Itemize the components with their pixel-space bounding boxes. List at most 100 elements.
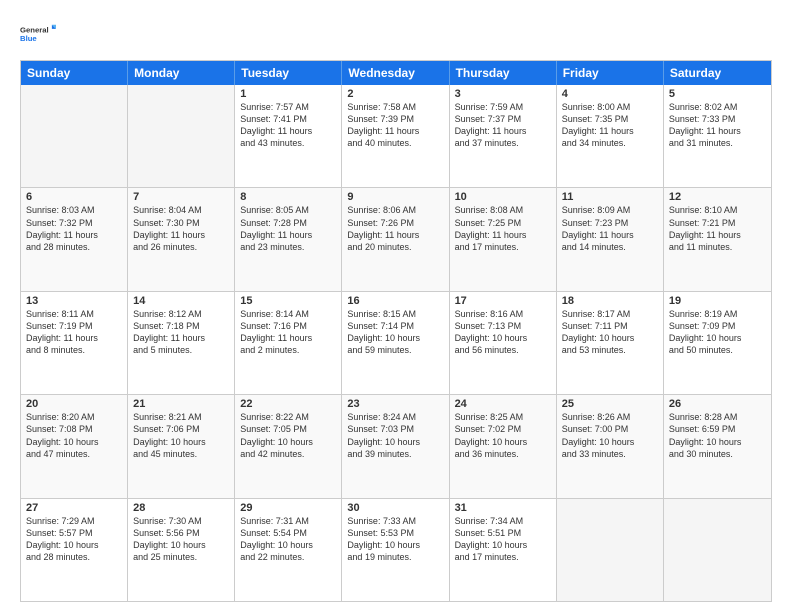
cell-line: and 14 minutes.: [562, 241, 658, 253]
cell-line: Daylight: 11 hours: [26, 332, 122, 344]
day-number: 24: [455, 398, 551, 410]
svg-text:Blue: Blue: [20, 34, 37, 43]
cell-line: Sunset: 7:21 PM: [669, 217, 766, 229]
cell-line: Sunrise: 8:10 AM: [669, 204, 766, 216]
cell-line: Sunrise: 8:08 AM: [455, 204, 551, 216]
day-number: 3: [455, 88, 551, 100]
calendar-row: 13Sunrise: 8:11 AMSunset: 7:19 PMDayligh…: [21, 291, 771, 394]
day-number: 17: [455, 295, 551, 307]
cell-line: and 40 minutes.: [347, 137, 443, 149]
cell-line: and 11 minutes.: [669, 241, 766, 253]
cell-line: Daylight: 10 hours: [133, 539, 229, 551]
day-number: 11: [562, 191, 658, 203]
calendar-row: 20Sunrise: 8:20 AMSunset: 7:08 PMDayligh…: [21, 394, 771, 497]
cell-line: and 17 minutes.: [455, 241, 551, 253]
cell-line: Sunset: 7:00 PM: [562, 423, 658, 435]
calendar-cell: 1Sunrise: 7:57 AMSunset: 7:41 PMDaylight…: [235, 85, 342, 187]
calendar-header: SundayMondayTuesdayWednesdayThursdayFrid…: [21, 61, 771, 85]
cell-line: Sunset: 7:06 PM: [133, 423, 229, 435]
day-number: 21: [133, 398, 229, 410]
calendar-cell: 13Sunrise: 8:11 AMSunset: 7:19 PMDayligh…: [21, 292, 128, 394]
cell-line: Sunrise: 8:00 AM: [562, 101, 658, 113]
cell-line: Daylight: 10 hours: [455, 436, 551, 448]
day-number: 26: [669, 398, 766, 410]
cell-line: Daylight: 11 hours: [347, 229, 443, 241]
calendar-cell: 14Sunrise: 8:12 AMSunset: 7:18 PMDayligh…: [128, 292, 235, 394]
cell-line: and 31 minutes.: [669, 137, 766, 149]
calendar-cell: [128, 85, 235, 187]
cell-line: and 43 minutes.: [240, 137, 336, 149]
cell-line: Sunrise: 8:19 AM: [669, 308, 766, 320]
cell-line: Sunrise: 8:09 AM: [562, 204, 658, 216]
cell-line: Daylight: 11 hours: [562, 229, 658, 241]
cell-line: Sunset: 6:59 PM: [669, 423, 766, 435]
cell-line: Sunrise: 8:20 AM: [26, 411, 122, 423]
cell-line: Sunrise: 7:34 AM: [455, 515, 551, 527]
calendar-cell: 21Sunrise: 8:21 AMSunset: 7:06 PMDayligh…: [128, 395, 235, 497]
cell-line: Daylight: 11 hours: [240, 229, 336, 241]
cell-line: Sunrise: 7:57 AM: [240, 101, 336, 113]
calendar-body: 1Sunrise: 7:57 AMSunset: 7:41 PMDaylight…: [21, 85, 771, 601]
cell-line: and 37 minutes.: [455, 137, 551, 149]
cell-line: and 22 minutes.: [240, 551, 336, 563]
cell-line: Sunrise: 7:33 AM: [347, 515, 443, 527]
cell-line: Sunset: 7:37 PM: [455, 113, 551, 125]
calendar-cell: [21, 85, 128, 187]
calendar-cell: 23Sunrise: 8:24 AMSunset: 7:03 PMDayligh…: [342, 395, 449, 497]
svg-text:General: General: [20, 25, 49, 34]
day-number: 31: [455, 502, 551, 514]
cell-line: and 56 minutes.: [455, 344, 551, 356]
day-number: 28: [133, 502, 229, 514]
calendar-cell: 16Sunrise: 8:15 AMSunset: 7:14 PMDayligh…: [342, 292, 449, 394]
header-day-monday: Monday: [128, 61, 235, 85]
cell-line: and 28 minutes.: [26, 551, 122, 563]
cell-line: and 23 minutes.: [240, 241, 336, 253]
day-number: 22: [240, 398, 336, 410]
cell-line: Sunset: 7:35 PM: [562, 113, 658, 125]
calendar-cell: 26Sunrise: 8:28 AMSunset: 6:59 PMDayligh…: [664, 395, 771, 497]
calendar-cell: 18Sunrise: 8:17 AMSunset: 7:11 PMDayligh…: [557, 292, 664, 394]
cell-line: Sunrise: 8:05 AM: [240, 204, 336, 216]
day-number: 14: [133, 295, 229, 307]
day-number: 27: [26, 502, 122, 514]
header-day-friday: Friday: [557, 61, 664, 85]
cell-line: Daylight: 11 hours: [455, 125, 551, 137]
calendar-cell: 2Sunrise: 7:58 AMSunset: 7:39 PMDaylight…: [342, 85, 449, 187]
cell-line: and 36 minutes.: [455, 448, 551, 460]
cell-line: Sunset: 7:14 PM: [347, 320, 443, 332]
calendar: SundayMondayTuesdayWednesdayThursdayFrid…: [20, 60, 772, 602]
cell-line: Sunrise: 8:15 AM: [347, 308, 443, 320]
day-number: 15: [240, 295, 336, 307]
cell-line: Daylight: 10 hours: [240, 539, 336, 551]
cell-line: Daylight: 10 hours: [240, 436, 336, 448]
calendar-row: 6Sunrise: 8:03 AMSunset: 7:32 PMDaylight…: [21, 187, 771, 290]
cell-line: Daylight: 10 hours: [26, 539, 122, 551]
cell-line: Sunset: 5:51 PM: [455, 527, 551, 539]
day-number: 4: [562, 88, 658, 100]
cell-line: Sunset: 5:57 PM: [26, 527, 122, 539]
cell-line: and 34 minutes.: [562, 137, 658, 149]
cell-line: Daylight: 10 hours: [562, 436, 658, 448]
cell-line: Sunrise: 7:31 AM: [240, 515, 336, 527]
cell-line: Sunrise: 8:21 AM: [133, 411, 229, 423]
calendar-cell: 17Sunrise: 8:16 AMSunset: 7:13 PMDayligh…: [450, 292, 557, 394]
day-number: 2: [347, 88, 443, 100]
cell-line: Sunset: 7:19 PM: [26, 320, 122, 332]
cell-line: Sunset: 7:18 PM: [133, 320, 229, 332]
calendar-cell: 19Sunrise: 8:19 AMSunset: 7:09 PMDayligh…: [664, 292, 771, 394]
header-day-wednesday: Wednesday: [342, 61, 449, 85]
cell-line: Daylight: 10 hours: [347, 539, 443, 551]
cell-line: Sunset: 7:16 PM: [240, 320, 336, 332]
cell-line: Daylight: 11 hours: [133, 229, 229, 241]
cell-line: Sunrise: 8:25 AM: [455, 411, 551, 423]
logo: General Blue: [20, 16, 56, 52]
day-number: 5: [669, 88, 766, 100]
calendar-cell: 6Sunrise: 8:03 AMSunset: 7:32 PMDaylight…: [21, 188, 128, 290]
cell-line: Daylight: 10 hours: [455, 332, 551, 344]
cell-line: Sunrise: 7:59 AM: [455, 101, 551, 113]
cell-line: Daylight: 11 hours: [240, 125, 336, 137]
cell-line: Sunrise: 8:04 AM: [133, 204, 229, 216]
calendar-cell: 15Sunrise: 8:14 AMSunset: 7:16 PMDayligh…: [235, 292, 342, 394]
calendar-cell: 11Sunrise: 8:09 AMSunset: 7:23 PMDayligh…: [557, 188, 664, 290]
calendar-cell: [664, 499, 771, 601]
